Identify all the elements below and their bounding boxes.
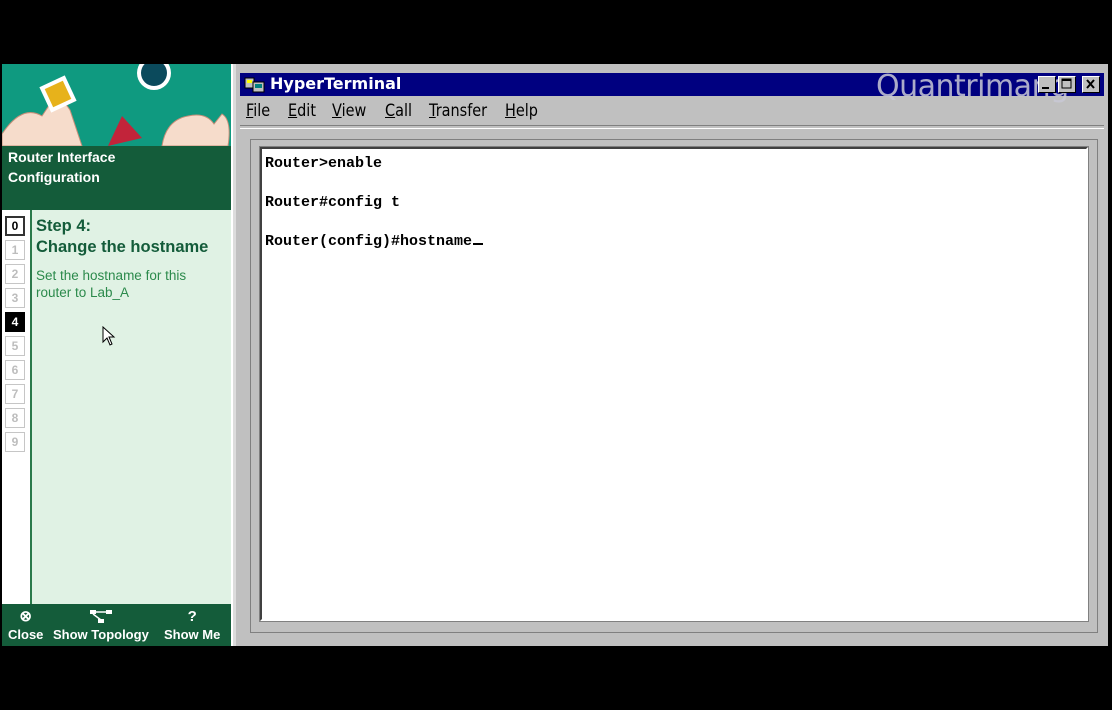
close-label: Close: [8, 627, 44, 642]
step-5-button[interactable]: 5: [5, 336, 25, 356]
menu-bar: File Edit View Call Transfer Help: [240, 98, 1104, 124]
topology-icon: [53, 607, 149, 627]
terminal-line: Router>enable: [265, 155, 383, 172]
show-me-label: Show Me: [164, 627, 221, 642]
menu-edit[interactable]: Edit: [288, 101, 316, 121]
bottom-toolbar: ⊗ Close Show Topology ? Show Me: [2, 604, 231, 646]
minimize-icon: [1042, 87, 1049, 89]
question-mark-icon: ?: [187, 608, 197, 625]
close-button[interactable]: ⊗ Close: [8, 607, 43, 642]
step-8-button[interactable]: 8: [5, 408, 25, 428]
maximize-icon: [1061, 78, 1072, 89]
step-6-button[interactable]: 6: [5, 360, 25, 380]
show-topology-label: Show Topology: [53, 627, 149, 642]
instruction-panel: Router Interface Configuration 0 1 2 3 4…: [2, 64, 231, 646]
lab-title: Router Interface Configuration: [2, 146, 231, 210]
step-2-button[interactable]: 2: [5, 264, 25, 284]
close-icon: ⊗: [19, 608, 32, 625]
show-topology-button[interactable]: Show Topology: [53, 607, 149, 642]
lab-title-line2: Configuration: [8, 169, 100, 185]
menu-transfer[interactable]: Transfer: [429, 101, 487, 121]
menu-separator: [240, 125, 1104, 129]
step-description: Set the hostname for this router to Lab_…: [36, 268, 187, 300]
menu-call[interactable]: Call: [385, 101, 412, 121]
step-3-button[interactable]: 3: [5, 288, 25, 308]
step-heading-title: Change the hostname: [36, 238, 209, 256]
step-4-button[interactable]: 4: [5, 312, 25, 332]
hyperterminal-app-icon[interactable]: [244, 75, 266, 94]
step-content: Step 4: Change the hostname Set the host…: [32, 210, 231, 604]
window-titlebar[interactable]: HyperTerminal Quantrimang: [240, 69, 1104, 104]
hyperterminal-window: HyperTerminal Quantrimang File Edit View…: [233, 64, 1108, 646]
terminal-area[interactable]: Router>enable Router#config t Router(con…: [259, 146, 1089, 622]
step-heading-number: Step 4:: [36, 217, 92, 235]
banner-illustration: [2, 64, 231, 146]
close-x-icon: [1086, 79, 1095, 89]
step-7-button[interactable]: 7: [5, 384, 25, 404]
step-0-button[interactable]: 0: [5, 216, 25, 236]
menu-help[interactable]: Help: [505, 101, 538, 121]
show-me-button[interactable]: ? Show Me: [164, 607, 220, 642]
terminal-line-active: Router(config)#hostname: [265, 233, 484, 250]
window-close-button[interactable]: [1082, 76, 1100, 93]
window-title: HyperTerminal: [270, 74, 402, 93]
menu-view[interactable]: View: [332, 101, 366, 121]
terminal-line: Router#config t: [265, 194, 401, 211]
menu-file[interactable]: File: [246, 101, 270, 121]
app-frame: Router Interface Configuration 0 1 2 3 4…: [2, 64, 1108, 646]
mouse-pointer-icon: [102, 326, 116, 346]
text-cursor: [473, 243, 484, 245]
maximize-button[interactable]: [1058, 76, 1076, 93]
step-heading: Step 4: Change the hostname: [36, 216, 208, 258]
step-9-button[interactable]: 9: [5, 432, 25, 452]
step-1-button[interactable]: 1: [5, 240, 25, 260]
lab-title-line1: Router Interface: [8, 149, 116, 165]
step-navigator: 0 1 2 3 4 5 6 7 8 9: [2, 210, 32, 604]
minimize-button[interactable]: [1038, 76, 1056, 93]
